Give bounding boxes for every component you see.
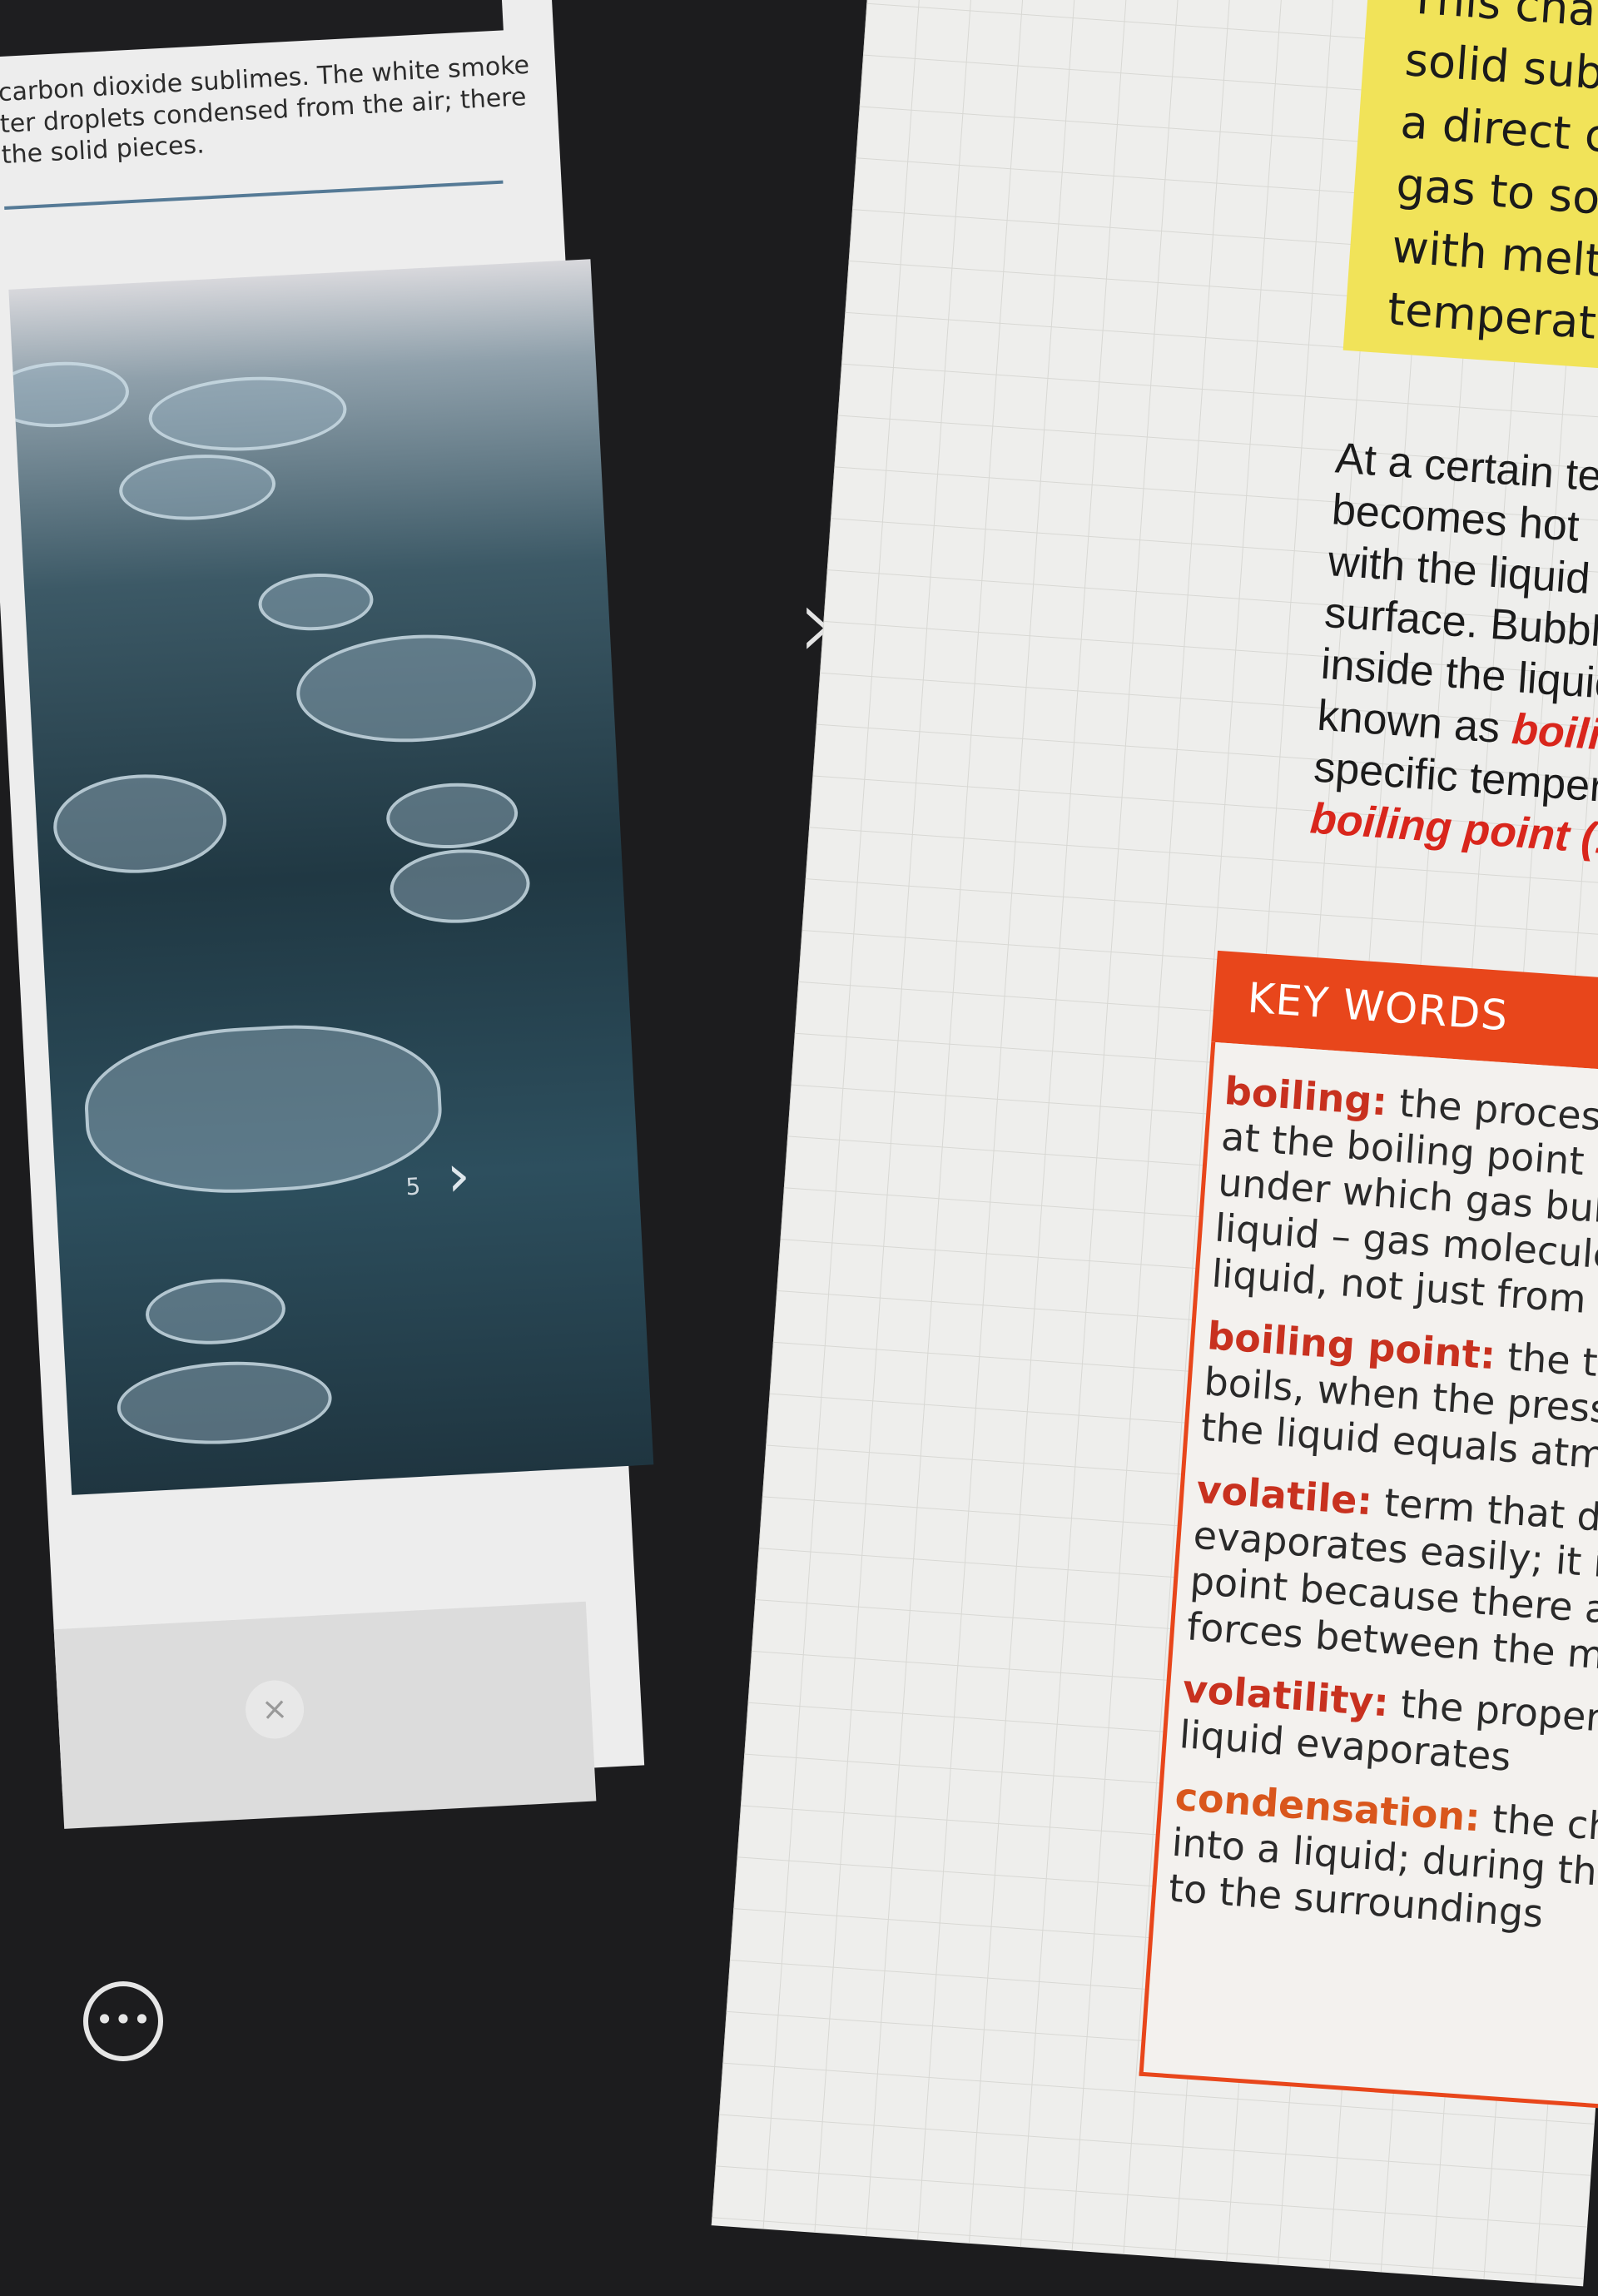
dry-ice-photo: 5 › xyxy=(8,259,654,1495)
photo-blob xyxy=(146,371,349,456)
photo-blob xyxy=(256,570,375,634)
photo-page-number: 5 xyxy=(404,1172,422,1201)
photo-caption: carbon dioxide sublimes. The white smoke… xyxy=(0,50,534,171)
photo-blob xyxy=(8,358,131,431)
left-document-page: carbon dioxide sublimes. The white smoke… xyxy=(0,0,654,1829)
photo-blob xyxy=(388,846,532,927)
photo-blob xyxy=(81,1017,446,1201)
more-options-icon[interactable]: ••• xyxy=(83,1981,163,2061)
left-page-footer xyxy=(53,1601,597,1829)
caption-divider xyxy=(4,180,504,211)
photo-chevron-right-icon[interactable]: › xyxy=(445,1141,472,1210)
photo-blob xyxy=(117,450,278,524)
photo-blob xyxy=(144,1275,287,1348)
photo-blob xyxy=(51,770,230,877)
highlight-term: boili xyxy=(1510,704,1598,760)
photo-blob xyxy=(385,779,520,852)
photo-blob xyxy=(115,1356,335,1449)
right-document-page: This change solid sublim a direct cha ga… xyxy=(711,0,1598,2287)
photo-blob xyxy=(293,629,539,748)
top-dark-band xyxy=(0,0,504,58)
